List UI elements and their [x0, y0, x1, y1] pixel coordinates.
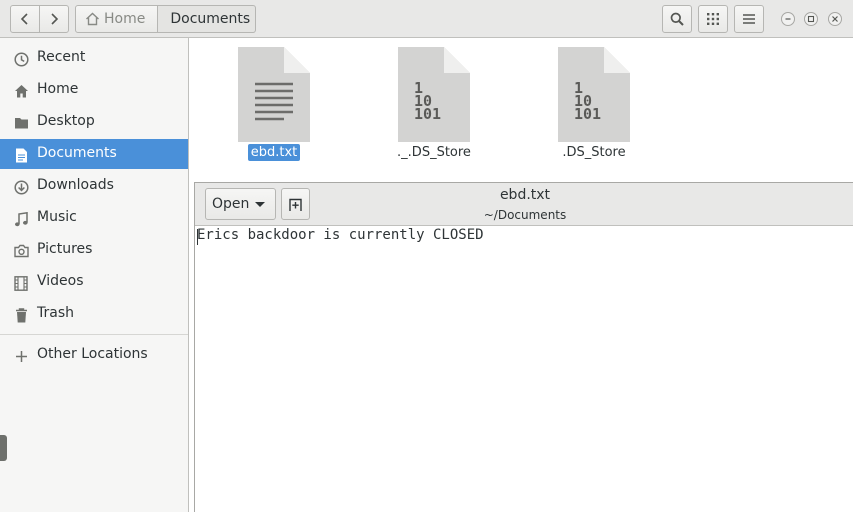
breadcrumb-documents[interactable]: Documents [158, 5, 257, 33]
plus-icon [13, 348, 29, 364]
home-icon [13, 83, 29, 99]
resize-handle[interactable] [0, 435, 7, 461]
camera-icon [13, 243, 29, 259]
sidebar-item-label: Other Locations [37, 346, 148, 362]
forward-button[interactable] [39, 5, 69, 33]
sidebar-item-desktop[interactable]: Desktop [0, 107, 188, 137]
sidebar-item-pictures[interactable]: Pictures [0, 235, 188, 265]
hamburger-icon [743, 14, 755, 24]
folder-icon [13, 115, 29, 131]
chevron-right-icon [51, 13, 59, 25]
breadcrumb-home-label: Home [104, 11, 146, 27]
sidebar-item-music[interactable]: Music [0, 203, 188, 233]
minimize-icon [785, 18, 791, 20]
document-path: ~/Documents [483, 208, 567, 222]
sidebar-item-label: Desktop [37, 113, 95, 129]
home-icon [86, 12, 99, 26]
file-item-apple-double[interactable]: 1 10 101 ._.DS_Store [379, 47, 479, 167]
menu-button[interactable] [734, 5, 764, 33]
document-content[interactable]: Erics backdoor is currently CLOSED [197, 227, 484, 243]
back-button[interactable] [10, 5, 40, 33]
file-name: .DS_Store [562, 145, 626, 160]
new-document-button[interactable] [281, 188, 310, 220]
header-bar: Home Documents [0, 0, 853, 38]
file-name: ._.DS_Store [397, 145, 471, 160]
sidebar-item-home[interactable]: Home [0, 75, 188, 105]
sidebar-item-videos[interactable]: Videos [0, 267, 188, 297]
sidebar-divider [0, 334, 188, 335]
sidebar-item-label: Pictures [37, 241, 93, 257]
film-icon [13, 275, 29, 291]
maximize-button[interactable] [804, 12, 818, 26]
maximize-icon [807, 15, 815, 23]
document-icon [13, 147, 29, 163]
clock-icon [13, 51, 29, 67]
sidebar-item-label: Home [37, 81, 79, 97]
document-title: ebd.txt [499, 187, 551, 203]
close-button[interactable] [828, 12, 842, 26]
sidebar-item-other-locations[interactable]: Other Locations [0, 340, 188, 370]
text-cursor [197, 229, 198, 245]
breadcrumb: Home Documents [75, 5, 257, 33]
sidebar-item-label: Recent [37, 49, 86, 65]
trash-icon [13, 307, 29, 323]
music-icon [13, 211, 29, 227]
svg-text:101: 101 [574, 105, 601, 123]
sidebar-item-label: Documents [37, 145, 117, 161]
svg-text:101: 101 [414, 105, 441, 123]
binary-file-icon: 1 10 101 [398, 47, 470, 142]
sidebar-item-trash[interactable]: Trash [0, 299, 188, 329]
minimize-button[interactable] [781, 12, 795, 26]
sidebar-item-label: Music [37, 209, 77, 225]
close-icon [832, 16, 838, 22]
grid-icon [707, 13, 719, 25]
breadcrumb-documents-label: Documents [170, 11, 251, 27]
text-file-icon [238, 47, 310, 142]
sidebar-item-label: Downloads [37, 177, 114, 193]
sidebar-item-recent[interactable]: Recent [0, 43, 188, 73]
file-item-ebd-txt[interactable]: ebd.txt [219, 47, 319, 167]
download-icon [13, 179, 29, 195]
binary-file-icon: 1 10 101 [558, 47, 630, 142]
sidebar-item-label: Videos [37, 273, 84, 289]
search-icon [670, 12, 684, 26]
open-button-label: Open [212, 196, 250, 212]
chevron-left-icon [20, 13, 28, 25]
breadcrumb-home[interactable]: Home [75, 5, 159, 33]
sidebar-item-downloads[interactable]: Downloads [0, 171, 188, 201]
new-tab-icon [289, 198, 302, 211]
sidebar-item-documents[interactable]: Documents [0, 139, 188, 169]
file-item-ds-store[interactable]: 1 10 101 .DS_Store [539, 47, 639, 167]
text-viewer-window: Open ebd.txt ~/Documents Erics backdoor … [194, 182, 853, 512]
viewer-header-bar: Open ebd.txt ~/Documents [195, 183, 853, 226]
sidebar: Recent Home Desktop Documents Downloads … [0, 38, 189, 512]
chevron-down-icon [255, 202, 265, 207]
search-button[interactable] [662, 5, 692, 33]
view-grid-button[interactable] [698, 5, 728, 33]
file-name: ebd.txt [219, 144, 329, 161]
open-button[interactable]: Open [205, 188, 276, 220]
sidebar-item-label: Trash [37, 305, 74, 321]
